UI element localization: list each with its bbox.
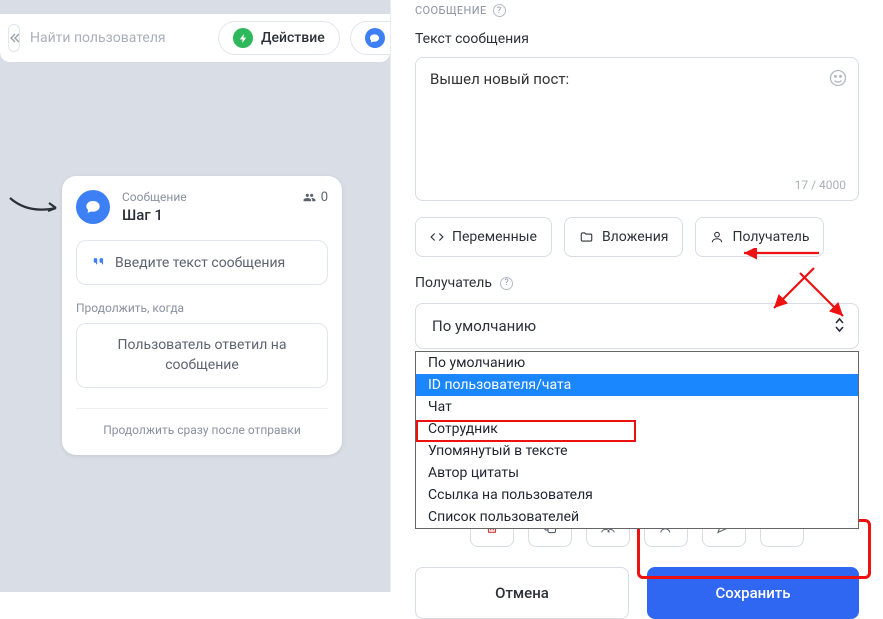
char-counter: 17 / 4000 bbox=[795, 178, 846, 192]
recipient-select-wrap: По умолчанию По умолчанию ID пользовател… bbox=[415, 303, 859, 349]
quote-icon bbox=[91, 253, 107, 272]
message-textarea[interactable] bbox=[430, 70, 844, 188]
section-label: СООБЩЕНИЕ ? bbox=[415, 4, 859, 17]
top-toolbar: Действие Сооб bbox=[0, 14, 390, 62]
action-pill-label: Действие bbox=[261, 30, 325, 46]
dropdown-option-employee[interactable]: Сотрудник bbox=[416, 418, 858, 440]
attachments-button[interactable]: Вложения bbox=[564, 217, 684, 257]
variables-button[interactable]: Переменные bbox=[415, 217, 552, 257]
emoji-icon[interactable] bbox=[828, 68, 848, 92]
help-icon[interactable]: ? bbox=[500, 277, 513, 290]
dropdown-option-chat[interactable]: Чат bbox=[416, 396, 858, 418]
recipient-button[interactable]: Получатель bbox=[695, 217, 824, 257]
dropdown-option-userlink[interactable]: Ссылка на пользователя bbox=[416, 484, 858, 506]
recipient-field-label: Получатель bbox=[415, 275, 492, 291]
dropdown-option-mentioned[interactable]: Упомянутый в тексте bbox=[416, 440, 858, 462]
help-icon[interactable]: ? bbox=[493, 4, 506, 17]
chat-icon bbox=[365, 28, 385, 48]
settings-panel: СООБЩЕНИЕ ? Текст сообщения 17 / 4000 Пе… bbox=[390, 0, 883, 592]
code-icon bbox=[430, 230, 444, 244]
dropdown-option-userid[interactable]: ID пользователя/чата bbox=[416, 374, 858, 396]
save-button[interactable]: Сохранить bbox=[647, 567, 859, 619]
collapse-button[interactable] bbox=[8, 24, 20, 52]
node-user-count: 0 bbox=[302, 190, 328, 205]
recipient-dropdown: По умолчанию ID пользователя/чата Чат Со… bbox=[415, 351, 859, 529]
dropdown-option-default[interactable]: По умолчанию bbox=[416, 352, 858, 374]
folder-icon bbox=[579, 230, 594, 244]
cancel-button[interactable]: Отмена bbox=[415, 567, 629, 619]
lightning-icon bbox=[233, 28, 253, 48]
chevron-updown-icon bbox=[834, 317, 845, 337]
message-textarea-wrap: 17 / 4000 bbox=[415, 57, 859, 201]
continue-immediately[interactable]: Продолжить сразу после отправки bbox=[76, 423, 328, 437]
text-field-label: Текст сообщения bbox=[415, 31, 859, 47]
search-input[interactable] bbox=[30, 23, 208, 53]
user-icon bbox=[710, 230, 724, 244]
toolbar-row: Переменные Вложения Получатель bbox=[415, 217, 859, 257]
flow-node[interactable]: Сообщение Шаг 1 0 Введите текст сообщени… bbox=[62, 176, 342, 455]
connector-arrow bbox=[8, 196, 63, 216]
continue-condition[interactable]: Пользователь ответил на сообщение bbox=[76, 323, 328, 388]
node-subtitle: Сообщение bbox=[122, 190, 290, 204]
canvas-area: Действие Сооб Сообщение Шаг 1 0 bbox=[0, 0, 390, 592]
users-icon bbox=[302, 191, 317, 204]
continue-when-label: Продолжить, когда bbox=[76, 301, 328, 315]
node-message-placeholder[interactable]: Введите текст сообщения bbox=[76, 240, 328, 285]
dropdown-option-userlist[interactable]: Список пользователей bbox=[416, 506, 858, 528]
footer-buttons: Отмена Сохранить bbox=[415, 567, 859, 619]
divider bbox=[76, 408, 328, 409]
dropdown-option-quote-author[interactable]: Автор цитаты bbox=[416, 462, 858, 484]
action-pill[interactable]: Действие bbox=[218, 21, 340, 55]
chat-icon bbox=[76, 190, 110, 224]
recipient-select[interactable]: По умолчанию bbox=[415, 303, 859, 349]
node-title: Шаг 1 bbox=[122, 206, 290, 224]
